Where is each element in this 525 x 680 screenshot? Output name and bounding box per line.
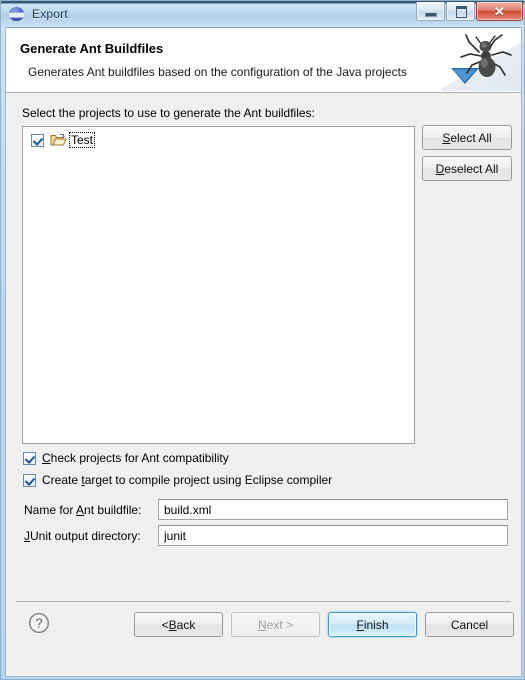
back-button[interactable]: < Back — [134, 612, 223, 637]
ant-buildfile-name-row: Name for Ant buildfile: — [24, 499, 508, 520]
eclipse-export-icon — [9, 6, 25, 22]
window-title: Export — [32, 7, 68, 21]
opt0-post: heck projects for Ant compatibility — [50, 451, 229, 465]
tree-prompt-pre: Select the projects to use to — [22, 106, 174, 120]
junit-output-directory-field[interactable] — [158, 525, 508, 546]
finish-button[interactable]: Finish — [328, 612, 417, 637]
tree-item-checkbox[interactable] — [31, 133, 44, 147]
minimize-button[interactable] — [416, 2, 445, 21]
tree-item-test[interactable]: Test — [23, 130, 414, 150]
check-ant-compatibility-label: Check projects for Ant compatibility — [42, 451, 229, 465]
field0-label-pre: Name for — [24, 502, 77, 517]
tree-prompt-label: Select the projects to use to generate t… — [22, 106, 315, 120]
create-eclipse-compiler-target-box[interactable] — [23, 473, 36, 487]
window-controls: ✕ — [416, 2, 523, 21]
minimize-icon — [425, 13, 437, 17]
maximize-button[interactable] — [446, 2, 475, 21]
field0-label-mnemonic: A — [76, 502, 85, 517]
page-description: Generates Ant buildfiles based on the co… — [28, 65, 407, 79]
ant-icon — [451, 34, 512, 84]
finish-post: inish — [363, 617, 389, 632]
back-pre: < — [161, 617, 169, 632]
field0-label-post: nt buildfile: — [84, 502, 142, 517]
opt1-pre: Create — [42, 473, 82, 487]
footer-separator — [16, 601, 511, 602]
close-button[interactable]: ✕ — [476, 2, 523, 21]
opt0-mnemonic: C — [42, 451, 51, 465]
cancel-button[interactable]: Cancel — [425, 612, 514, 637]
ant-buildfile-name-label: Name for Ant buildfile: — [24, 503, 158, 517]
page-title: Generate Ant Buildfiles — [20, 41, 164, 56]
next-post: ext > — [266, 617, 294, 632]
open-folder-icon — [50, 134, 67, 146]
select-all-post: elect All — [450, 130, 492, 145]
check-ant-compatibility-checkbox[interactable]: Check projects for Ant compatibility — [23, 451, 229, 465]
help-icon-glyph: ? — [35, 616, 42, 631]
deselect-all-mnemonic: D — [435, 161, 445, 176]
deselect-all-post: eselect All — [444, 161, 499, 176]
opt1-post: arget to compile project using Eclipse c… — [84, 473, 333, 487]
create-eclipse-compiler-target-label: Create target to compile project using E… — [42, 473, 332, 487]
wizard-banner: Generate Ant Buildfiles Generates Ant bu… — [6, 28, 521, 93]
check-ant-compatibility-box[interactable] — [23, 451, 36, 465]
next-mnemonic: N — [257, 617, 267, 632]
field1-label-post: Unit output directory: — [30, 528, 141, 543]
projects-tree[interactable]: Test — [22, 126, 415, 444]
close-icon: ✕ — [494, 3, 505, 19]
title-bar[interactable]: Export ✕ — [1, 1, 524, 27]
create-eclipse-compiler-target-checkbox[interactable]: Create target to compile project using E… — [23, 473, 332, 487]
dialog-client-area: Generate Ant Buildfiles Generates Ant bu… — [5, 27, 522, 677]
ant-buildfile-name-field[interactable] — [158, 499, 508, 520]
finish-mnemonic: F — [356, 617, 364, 632]
maximize-icon — [456, 6, 467, 18]
ant-wizard-banner-icon — [441, 28, 521, 91]
cancel-label: Cancel — [450, 617, 489, 632]
select-all-mnemonic: S — [442, 130, 451, 145]
deselect-all-button[interactable]: Deselect All — [422, 156, 512, 181]
tree-prompt-post: enerate the Ant buildfiles: — [180, 106, 315, 120]
help-button[interactable]: ? — [28, 612, 50, 634]
wizard-navigation-buttons: < Back Next > Finish Cancel — [134, 612, 514, 637]
tree-selection-buttons: Select All Deselect All — [422, 125, 512, 181]
export-dialog-window: Export ✕ Generate Ant Buildfiles Generat… — [0, 0, 525, 680]
back-mnemonic: B — [168, 617, 177, 632]
select-all-button[interactable]: Select All — [422, 125, 512, 150]
wizard-page-body: Select the projects to use to generate t… — [6, 93, 521, 676]
back-post: ack — [176, 617, 196, 632]
next-button: Next > — [231, 612, 320, 637]
tree-item-label: Test — [69, 132, 96, 148]
junit-output-directory-label: JUnit output directory: — [24, 529, 158, 543]
junit-output-directory-row: JUnit output directory: — [24, 525, 508, 546]
